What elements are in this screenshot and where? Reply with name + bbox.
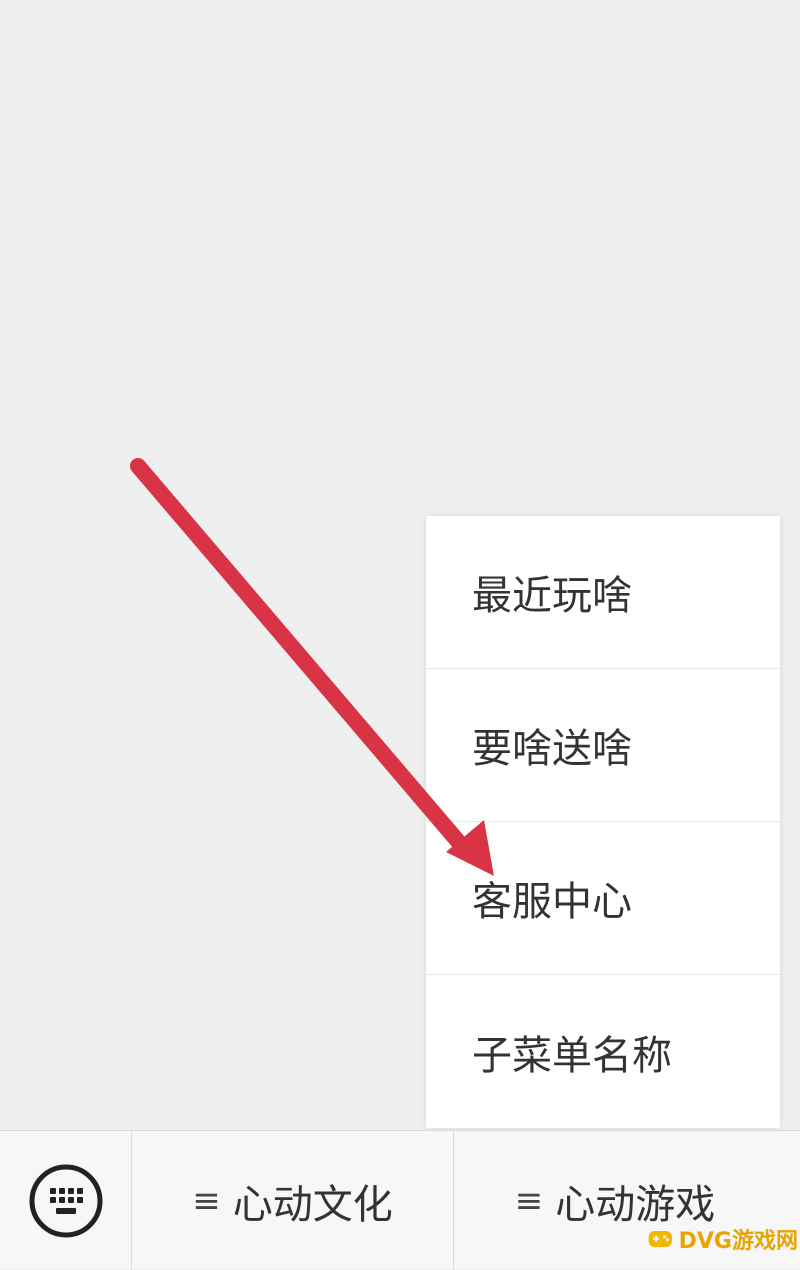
menu-tab-culture[interactable]: ≡ 心动文化 — [132, 1131, 454, 1270]
submenu-item-label: 要啥送啥 — [472, 726, 632, 772]
submenu-item-gifts[interactable]: 要啥送啥 — [426, 669, 780, 822]
submenu-item-recent-games[interactable]: 最近玩啥 — [426, 516, 780, 669]
submenu-item-customer-service[interactable]: 客服中心 — [426, 822, 780, 975]
submenu-item-label: 子菜单名称 — [472, 1032, 672, 1079]
menu-tab-label: 心动文化 — [232, 1181, 393, 1228]
game-controller-logo-icon — [648, 1231, 672, 1247]
keyboard-icon — [29, 1164, 102, 1237]
watermark-text: DVG游戏网 — [678, 1229, 798, 1254]
submenu-item-label: 客服中心 — [472, 879, 632, 925]
menu-lines-icon: ≡ — [514, 1180, 544, 1221]
keyboard-toggle-button[interactable] — [0, 1131, 132, 1270]
submenu-item-label: 最近玩啥 — [472, 573, 632, 619]
submenu-item-submenu-name[interactable]: 子菜单名称 — [426, 975, 780, 1128]
submenu-popup: 最近玩啥 要啥送啥 客服中心 子菜单名称 — [426, 516, 780, 1128]
watermark: DVG游戏网 — [648, 1214, 798, 1264]
menu-lines-icon: ≡ — [192, 1180, 221, 1221]
